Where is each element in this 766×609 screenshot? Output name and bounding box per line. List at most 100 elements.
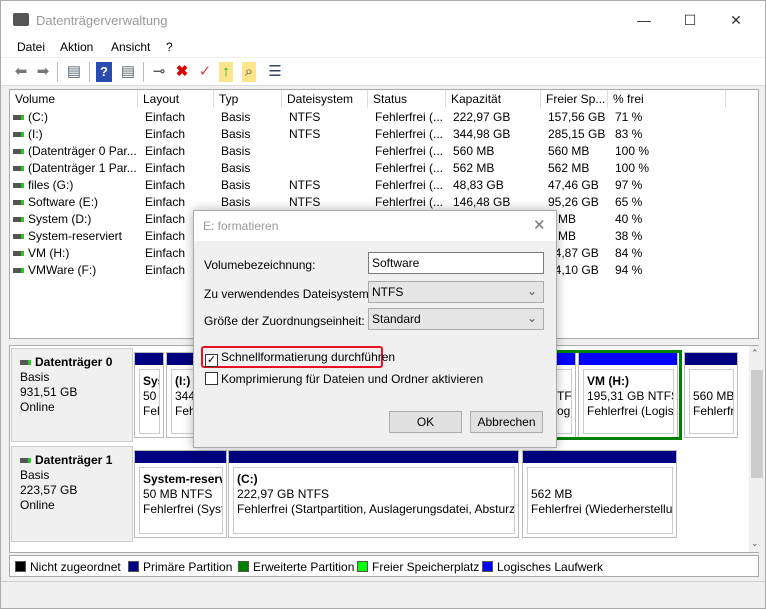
table-cell: files (G:) (13, 177, 73, 194)
filesystem-select[interactable]: NTFS ⌄ (368, 281, 544, 303)
table-cell: VMWare (F:) (13, 262, 96, 279)
quick-format-checkbox[interactable]: ✓ Schnellformatierung durchführen (205, 350, 395, 367)
volume-label-label: Volumebezeichnung: (204, 258, 316, 272)
column-header-layout[interactable]: Layout (138, 90, 214, 108)
dialog-close-icon[interactable]: ✕ (533, 216, 546, 234)
table-cell: Basis (221, 195, 251, 209)
delete-icon[interactable]: ✖ (172, 62, 192, 82)
legend-item: Erweiterte Partition (238, 560, 354, 574)
column-header-prozent-frei[interactable]: % frei (608, 90, 726, 108)
table-cell: 71 % (615, 110, 643, 124)
cancel-button[interactable]: Abbrechen (470, 411, 543, 433)
column-header-kapazitaet[interactable]: Kapazität (446, 90, 541, 108)
column-header-typ[interactable]: Typ (214, 90, 282, 108)
table-row[interactable]: (Datenträger 1 Par... Einfach Basis Fehlerf… (10, 160, 758, 177)
disk-name: Datenträger 1 (35, 453, 113, 467)
partition-name (693, 374, 730, 389)
table-cell: Einfach (145, 195, 186, 209)
table-cell: 560 MB (453, 144, 495, 158)
dialog-title-bar: E: formatieren ✕ (194, 211, 556, 241)
compression-checkbox[interactable]: Komprimierung für Dateien und Ordner akt… (205, 372, 483, 386)
checkbox-unchecked-icon[interactable] (205, 372, 218, 385)
window-title: Datenträgerverwaltung (36, 13, 168, 28)
checkbox-checked-icon[interactable]: ✓ (205, 354, 218, 367)
partition-name: (C:) (237, 472, 258, 486)
table-cell: 560 MB (548, 144, 590, 158)
console-tree-icon[interactable]: ▤ (64, 62, 84, 82)
partition[interactable]: System-reserv 50 MB NTFS Fehlerfrei (Syst (134, 450, 227, 538)
folder-search-icon[interactable]: ⌕ (242, 62, 256, 82)
disk-label-1[interactable]: Datenträger 1 Basis 223,57 GB Online (11, 446, 133, 542)
table-cell: Fehlerfrei (... (375, 178, 444, 192)
legend-swatch (128, 561, 139, 572)
close-button[interactable]: ✕ (721, 9, 751, 31)
maximize-button[interactable]: ☐ (675, 9, 705, 31)
scroll-down-icon[interactable]: ⌄ (751, 538, 759, 549)
legend-swatch (15, 561, 26, 572)
column-header-status[interactable]: Status (368, 90, 446, 108)
table-cell: Einfach (145, 178, 186, 192)
legend-swatch (482, 561, 493, 572)
legend-item: Freier Speicherplatz (357, 560, 479, 574)
disk-icon (20, 458, 31, 464)
table-cell: NTFS (289, 110, 321, 124)
properties-list-icon[interactable]: ☰ (265, 62, 285, 82)
table-row[interactable]: (I:) Einfach Basis NTFS Fehlerfrei (... 344,9… (10, 126, 758, 143)
partition-size: 344, (175, 389, 197, 403)
folder-up-icon[interactable]: ↑ (219, 62, 233, 82)
scroll-up-icon[interactable]: ⌃ (751, 348, 759, 359)
table-row[interactable]: Software (E:) Einfach Basis NTFS Fehlerfrei … (10, 194, 758, 211)
table-cell: Einfach (145, 161, 186, 175)
partition-status: Fehlerfrei (Wiederherstellu (531, 502, 673, 516)
column-header-freier-speicher[interactable]: Freier Sp... (541, 90, 608, 108)
connect-drive-icon[interactable]: ⊸ (149, 62, 169, 82)
extended-partition-frame (545, 350, 682, 440)
table-cell: 38 % (615, 229, 643, 243)
check-icon[interactable]: ✓ (195, 62, 215, 82)
back-icon[interactable]: ⬅ (11, 62, 31, 82)
table-cell: NTFS (289, 178, 321, 192)
forward-icon[interactable]: ➡ (33, 62, 53, 82)
table-cell: 48,83 GB (453, 178, 504, 192)
volume-label-input[interactable]: Software (368, 252, 544, 274)
disk-name: Datenträger 0 (35, 355, 113, 369)
partition[interactable]: 560 MB Fehlerfr (684, 352, 738, 438)
table-cell: VM (H:) (13, 245, 69, 262)
minimize-button[interactable]: — (629, 9, 659, 31)
help-icon[interactable]: ? (96, 62, 112, 82)
table-cell: 344,98 GB (453, 127, 511, 141)
partition[interactable]: (C:) 222,97 GB NTFS Fehlerfrei (Startparti… (228, 450, 519, 538)
partition[interactable]: 562 MB Fehlerfrei (Wiederherstellu (522, 450, 677, 538)
menu-ansicht[interactable]: Ansicht (111, 40, 150, 54)
drive-icon (13, 200, 24, 206)
allocation-unit-select[interactable]: Standard ⌄ (368, 308, 544, 330)
disk-label-0[interactable]: Datenträger 0 Basis 931,51 GB Online (11, 348, 133, 442)
partition-name: System-reserv (143, 472, 223, 486)
title-bar: Datenträgerverwaltung — ☐ ✕ (1, 1, 765, 39)
scrollbar-thumb[interactable] (751, 370, 763, 478)
legend-swatch (357, 561, 368, 572)
table-row[interactable]: (Datenträger 0 Par... Einfach Basis Fehlerf… (10, 143, 758, 160)
table-cell: (Datenträger 1 Par... (13, 160, 137, 177)
ok-button[interactable]: OK (389, 411, 462, 433)
menu-aktion[interactable]: Aktion (60, 40, 93, 54)
menu-datei[interactable]: Datei (17, 40, 45, 54)
table-row[interactable]: (C:) Einfach Basis NTFS Fehlerfrei (... 222,9… (10, 109, 758, 126)
column-header-dateisystem[interactable]: Dateisystem (282, 90, 368, 108)
disk-type: Basis (20, 468, 50, 482)
action-pane-icon[interactable]: ▤ (118, 62, 138, 82)
table-cell: Fehlerfrei (... (375, 195, 444, 209)
table-cell: NTFS (289, 195, 321, 209)
partition-bar (523, 451, 676, 463)
column-header-volume[interactable]: Volume (10, 90, 138, 108)
allocation-unit-value: Standard (372, 312, 421, 326)
status-bar (1, 581, 765, 603)
table-cell: (I:) (13, 126, 43, 143)
partition-name: (I:) (175, 374, 191, 388)
menu-help[interactable]: ? (166, 40, 173, 54)
partition[interactable]: Sys50 IFehl (134, 352, 164, 438)
partition-size: 50 I (143, 389, 159, 403)
chevron-down-icon: ⌄ (526, 311, 537, 325)
table-row[interactable]: files (G:) Einfach Basis NTFS Fehlerfrei (..… (10, 177, 758, 194)
vertical-scrollbar[interactable]: ⌃ ⌄ (749, 346, 765, 552)
